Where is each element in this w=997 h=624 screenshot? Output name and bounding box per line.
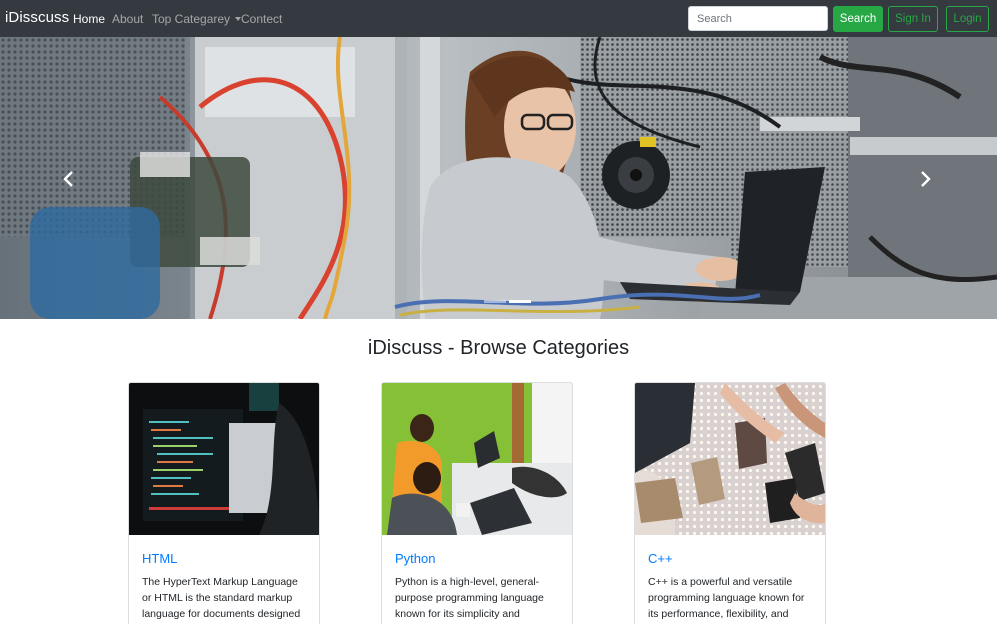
chevron-left-icon[interactable] [62, 170, 76, 188]
nav-link-home[interactable]: Home [73, 12, 105, 26]
carousel-slide-image [0, 37, 997, 319]
card-title[interactable]: HTML [142, 551, 177, 566]
card-text: Python is a high-level, general-purpose … [395, 576, 544, 620]
card-text: C++ is a powerful and versatile programm… [648, 576, 805, 620]
card-title[interactable]: C++ [648, 551, 673, 566]
search-button[interactable]: Search [833, 6, 883, 32]
carousel-indicator-active[interactable] [509, 300, 531, 303]
card-image-cpp-lightboard [635, 383, 825, 535]
nav-link-contact[interactable]: Contect [241, 12, 282, 26]
category-card-html: HTML The HyperText Markup Language or HT… [128, 382, 320, 624]
category-card-cpp: C++ C++ is a powerful and versatile prog… [634, 382, 826, 624]
navbar: iDisscuss Home About Top Categarey Conte… [0, 0, 997, 37]
category-card-python: Python Python is a high-level, general-p… [381, 382, 573, 624]
section-heading: iDiscuss - Browse Categories [367, 337, 630, 359]
search-input[interactable] [688, 6, 828, 31]
card-text: The HyperText Markup Language or HTML is… [142, 576, 301, 620]
card-title[interactable]: Python [395, 551, 435, 566]
nav-dropdown-top-category[interactable]: Top Categarey [152, 12, 242, 26]
sign-in-button[interactable]: Sign In [888, 6, 938, 32]
card-image-python-students [382, 383, 572, 535]
hero-carousel [0, 37, 997, 319]
chevron-right-icon[interactable] [918, 170, 932, 188]
carousel-indicator[interactable] [484, 300, 506, 303]
nav-dropdown-label: Top Categarey [152, 12, 231, 26]
nav-link-about[interactable]: About [112, 12, 143, 26]
login-button[interactable]: Login [946, 6, 989, 32]
carousel-indicators [484, 300, 531, 303]
brand-logo[interactable]: iDisscuss [5, 9, 69, 26]
card-image-html-code [129, 383, 319, 535]
